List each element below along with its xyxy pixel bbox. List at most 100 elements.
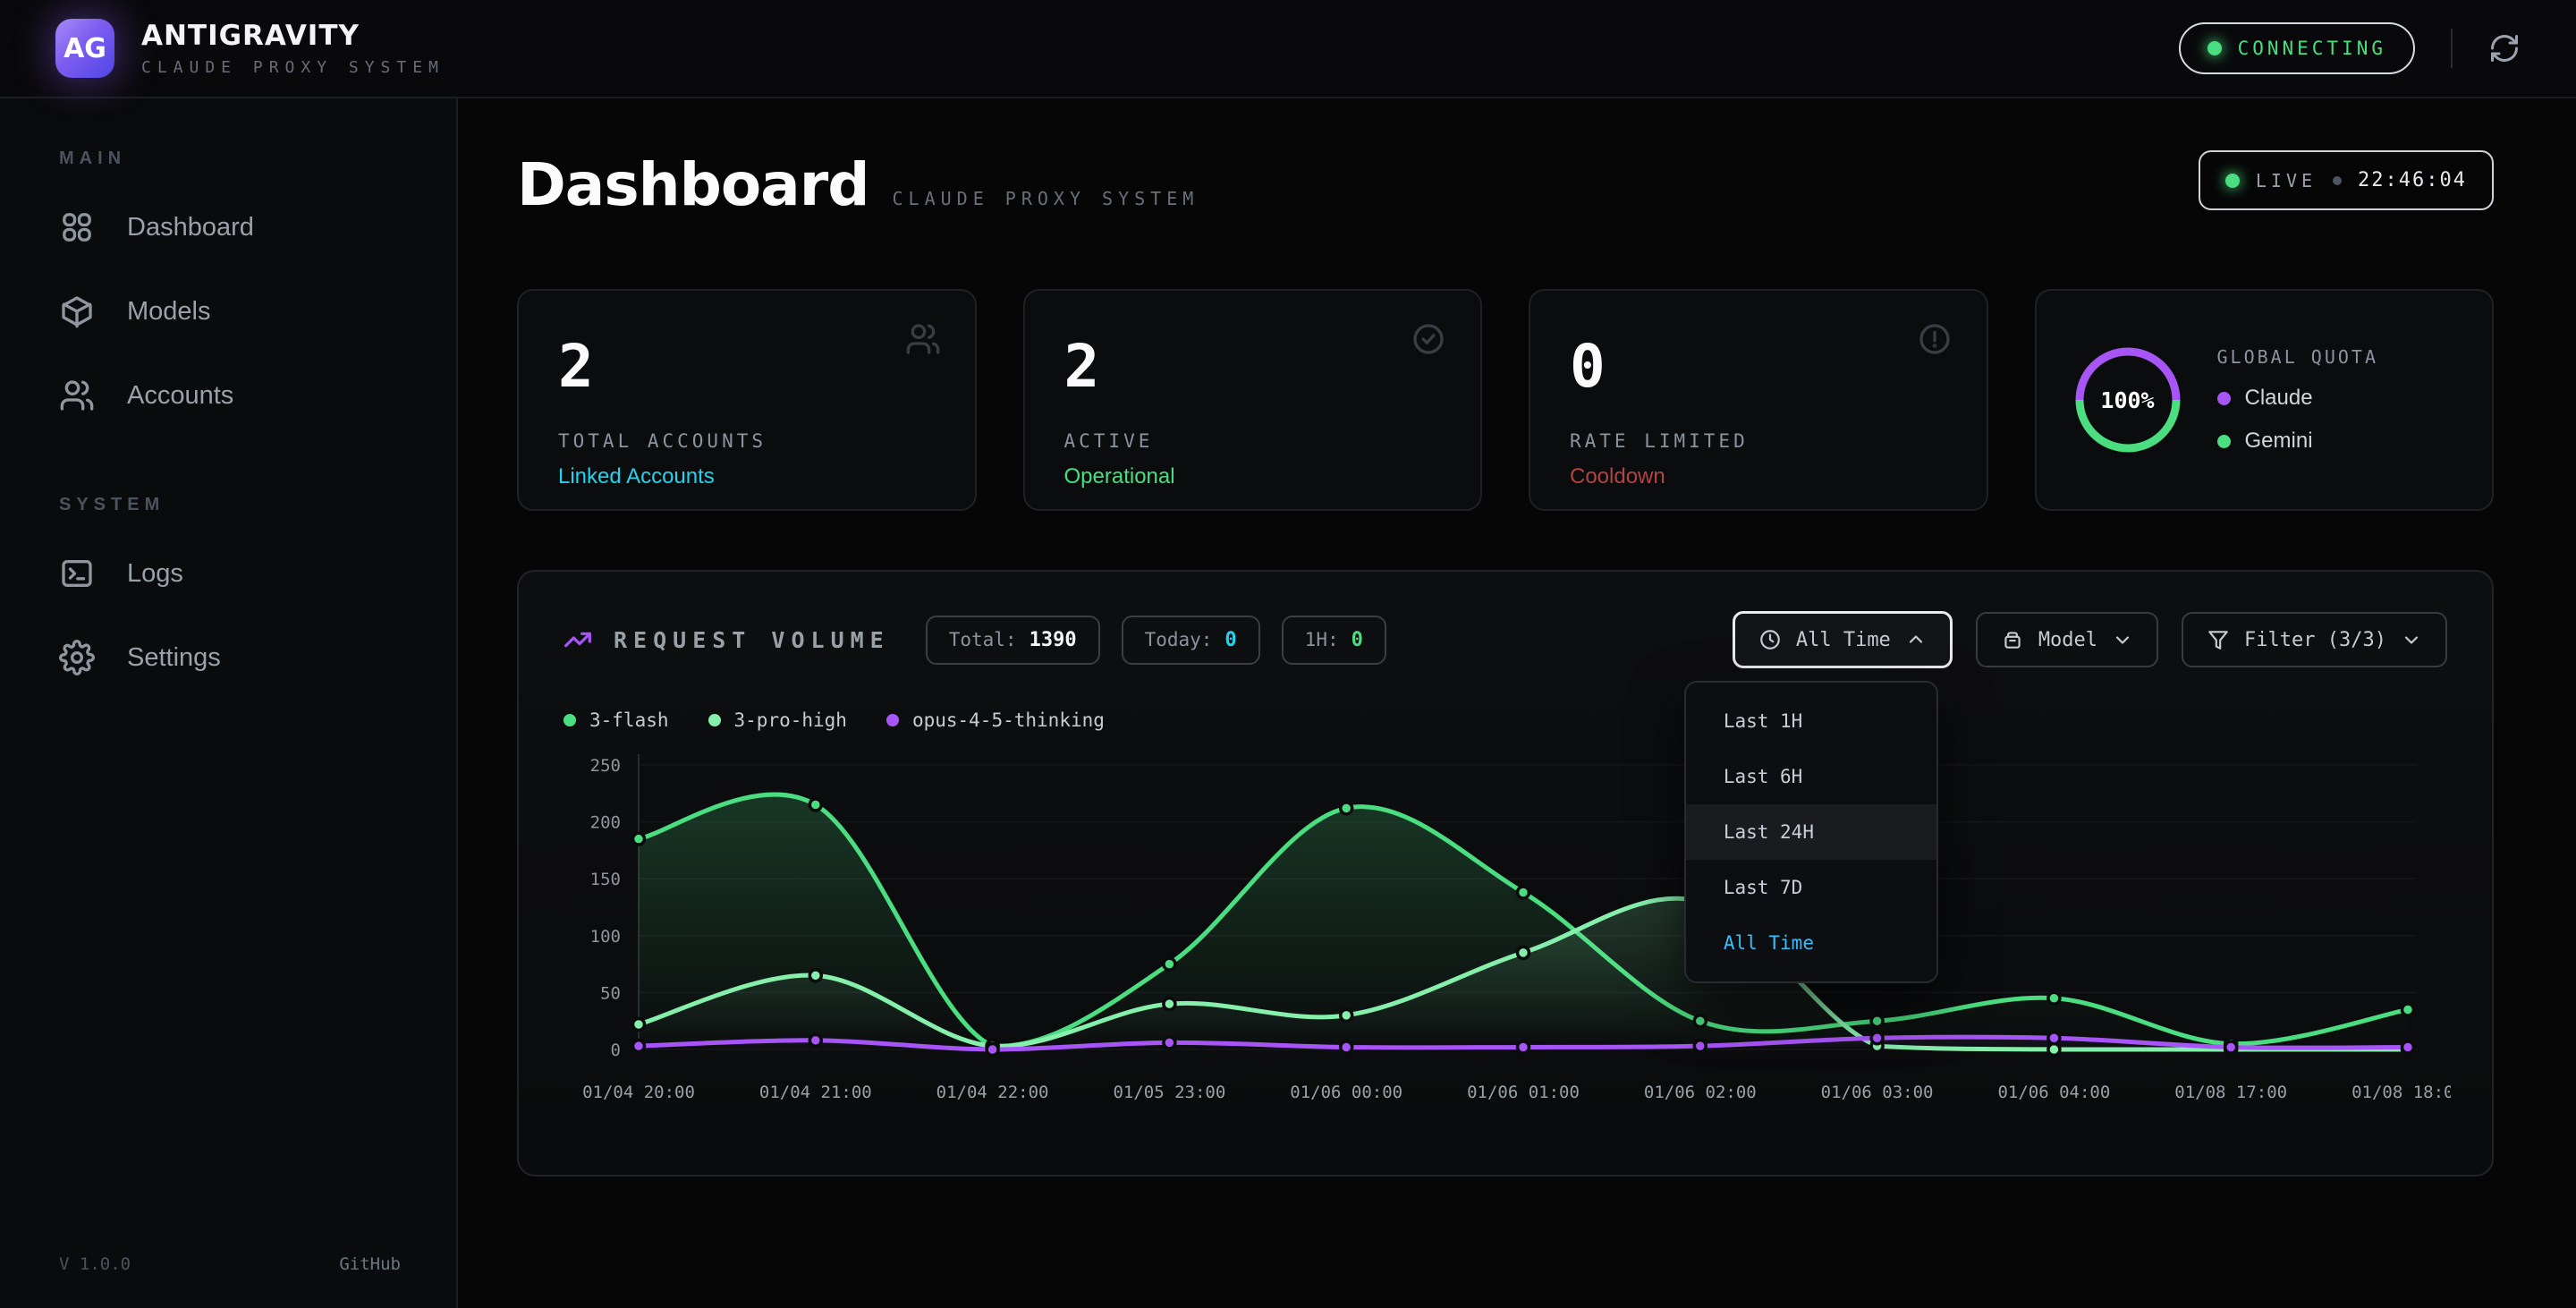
status-dot-icon [2207, 41, 2222, 55]
topbar: AG ANTIGRAVITY CLAUDE PROXY SYSTEM CONNE… [0, 0, 2576, 98]
request-volume-panel: REQUEST VOLUME Total: 1390 Today: 0 1H: … [517, 570, 2494, 1176]
alert-circle-icon [1917, 321, 1953, 361]
users-icon [905, 321, 941, 361]
claude-dot-icon [2217, 392, 2231, 405]
github-link[interactable]: GitHub [339, 1254, 401, 1274]
box-icon [2001, 628, 2024, 651]
funnel-icon [2207, 628, 2230, 651]
svg-text:01/06 01:00: 01/06 01:00 [1467, 1083, 1580, 1102]
chart-legend: 3-flash 3-pro-high opus-4-5-thinking [564, 709, 2447, 731]
svg-text:01/06 04:00: 01/06 04:00 [1997, 1083, 2110, 1102]
main-content: Dashboard CLAUDE PROXY SYSTEM LIVE 22:46… [458, 98, 2576, 1308]
gear-icon [59, 640, 95, 675]
menu-item-all-time[interactable]: All Time [1686, 915, 1936, 971]
svg-text:01/08 18:00: 01/08 18:00 [2351, 1083, 2451, 1102]
svg-text:01/04 22:00: 01/04 22:00 [936, 1083, 1049, 1102]
app-title-block: ANTIGRAVITY CLAUDE PROXY SYSTEM [141, 20, 445, 77]
page-subtitle: CLAUDE PROXY SYSTEM [893, 188, 1199, 209]
filter-label: Filter (3/3) [2244, 629, 2386, 651]
series-dot-icon [886, 714, 899, 726]
stat-value: 2 [558, 337, 936, 396]
stat-card-active: 2 ACTIVE Operational [1023, 289, 1483, 511]
legend-item-3-flash: 3-flash [564, 709, 669, 731]
quota-legend-label: Claude [2245, 386, 2313, 411]
legend-label: 3-pro-high [734, 709, 847, 731]
menu-item-last-6h[interactable]: Last 6H [1686, 749, 1936, 804]
pill-value: 0 [1352, 629, 1363, 651]
pill-label: 1H: [1305, 629, 1339, 650]
chevron-down-icon [2112, 629, 2133, 650]
menu-item-last-7d[interactable]: Last 7D [1686, 860, 1936, 915]
svg-text:01/04 20:00: 01/04 20:00 [582, 1083, 695, 1102]
menu-item-last-24h[interactable]: Last 24H [1686, 804, 1936, 860]
filter-button[interactable]: Filter (3/3) [2182, 612, 2447, 667]
svg-text:01/04 21:00: 01/04 21:00 [759, 1083, 872, 1102]
live-status-badge: LIVE 22:46:04 [2199, 150, 2494, 210]
stat-sub: Linked Accounts [558, 464, 936, 489]
quota-donut-chart: 100% [2072, 344, 2183, 455]
stat-label: RATE LIMITED [1570, 430, 1947, 452]
global-quota-card: 100% GLOBAL QUOTA Claude Gemini [2035, 289, 2495, 511]
svg-text:50: 50 [600, 983, 621, 1003]
model-filter-button[interactable]: Model [1976, 612, 2158, 667]
time-range-label: All Time [1796, 629, 1891, 651]
time-range-dropdown: Last 1H Last 6H Last 24H Last 7D All Tim… [1684, 681, 1938, 983]
grid-icon [59, 209, 95, 245]
status-text: CONNECTING [2238, 38, 2386, 59]
live-dot-icon [2225, 174, 2240, 188]
stat-label: TOTAL ACCOUNTS [558, 430, 936, 452]
sidebar-item-settings[interactable]: Settings [0, 616, 456, 700]
topbar-divider [2451, 29, 2453, 68]
stat-label: ACTIVE [1064, 430, 1442, 452]
quota-percent: 100% [2072, 344, 2183, 455]
chevron-down-icon [2401, 629, 2422, 650]
terminal-icon [59, 556, 95, 591]
chevron-up-icon [1905, 629, 1927, 650]
sidebar-item-label: Settings [127, 643, 221, 673]
sidebar-section-main: MAIN [59, 149, 456, 169]
connection-status-badge: CONNECTING [2179, 22, 2415, 74]
stat-value: 2 [1064, 337, 1442, 396]
time-range-button[interactable]: All Time [1733, 611, 1953, 668]
sidebar-item-dashboard[interactable]: Dashboard [0, 185, 456, 269]
sidebar: MAIN Dashboard Models Accounts SYSTEM Lo… [0, 98, 458, 1308]
stat-sub: Operational [1064, 464, 1442, 489]
svg-text:150: 150 [590, 870, 621, 889]
app-subtitle: CLAUDE PROXY SYSTEM [141, 58, 445, 77]
clock-icon [1758, 628, 1782, 651]
legend-label: 3-flash [589, 709, 669, 731]
svg-text:0: 0 [611, 1040, 621, 1060]
stat-card-total-accounts: 2 TOTAL ACCOUNTS Linked Accounts [517, 289, 977, 511]
svg-text:100: 100 [590, 927, 621, 947]
legend-item-3-pro-high: 3-pro-high [708, 709, 847, 731]
quota-legend-label: Gemini [2245, 429, 2313, 454]
sidebar-item-models[interactable]: Models [0, 269, 456, 353]
legend-item-opus: opus-4-5-thinking [886, 709, 1105, 731]
live-label: LIVE [2256, 170, 2317, 191]
pill-label: Total: [949, 629, 1017, 650]
panel-title: REQUEST VOLUME [614, 627, 890, 653]
sidebar-item-logs[interactable]: Logs [0, 531, 456, 616]
svg-text:01/06 03:00: 01/06 03:00 [1821, 1083, 1934, 1102]
refresh-button[interactable] [2488, 32, 2521, 64]
series-dot-icon [708, 714, 721, 726]
menu-item-last-1h[interactable]: Last 1H [1686, 693, 1936, 749]
svg-text:01/06 00:00: 01/06 00:00 [1290, 1083, 1402, 1102]
live-clock: 22:46:04 [2358, 169, 2467, 191]
svg-text:200: 200 [590, 813, 621, 833]
sidebar-item-accounts[interactable]: Accounts [0, 353, 456, 437]
one-hour-pill: 1H: 0 [1282, 616, 1386, 665]
trending-up-icon [564, 625, 592, 654]
svg-text:01/08 17:00: 01/08 17:00 [2174, 1083, 2287, 1102]
svg-text:01/06 02:00: 01/06 02:00 [1644, 1083, 1757, 1102]
refresh-icon [2488, 32, 2521, 64]
series-dot-icon [564, 714, 576, 726]
svg-text:250: 250 [590, 756, 621, 776]
sidebar-item-label: Logs [127, 559, 183, 589]
stat-card-rate-limited: 0 RATE LIMITED Cooldown [1529, 289, 1988, 511]
sidebar-item-label: Dashboard [127, 213, 254, 242]
request-volume-chart: 0 50 100 150 200 250 01/04 20:00 01/04 21:00 01/… [564, 743, 2451, 1128]
total-pill: Total: 1390 [926, 616, 1100, 665]
app-version: V 1.0.0 [59, 1254, 131, 1274]
pill-value: 1390 [1030, 629, 1077, 651]
